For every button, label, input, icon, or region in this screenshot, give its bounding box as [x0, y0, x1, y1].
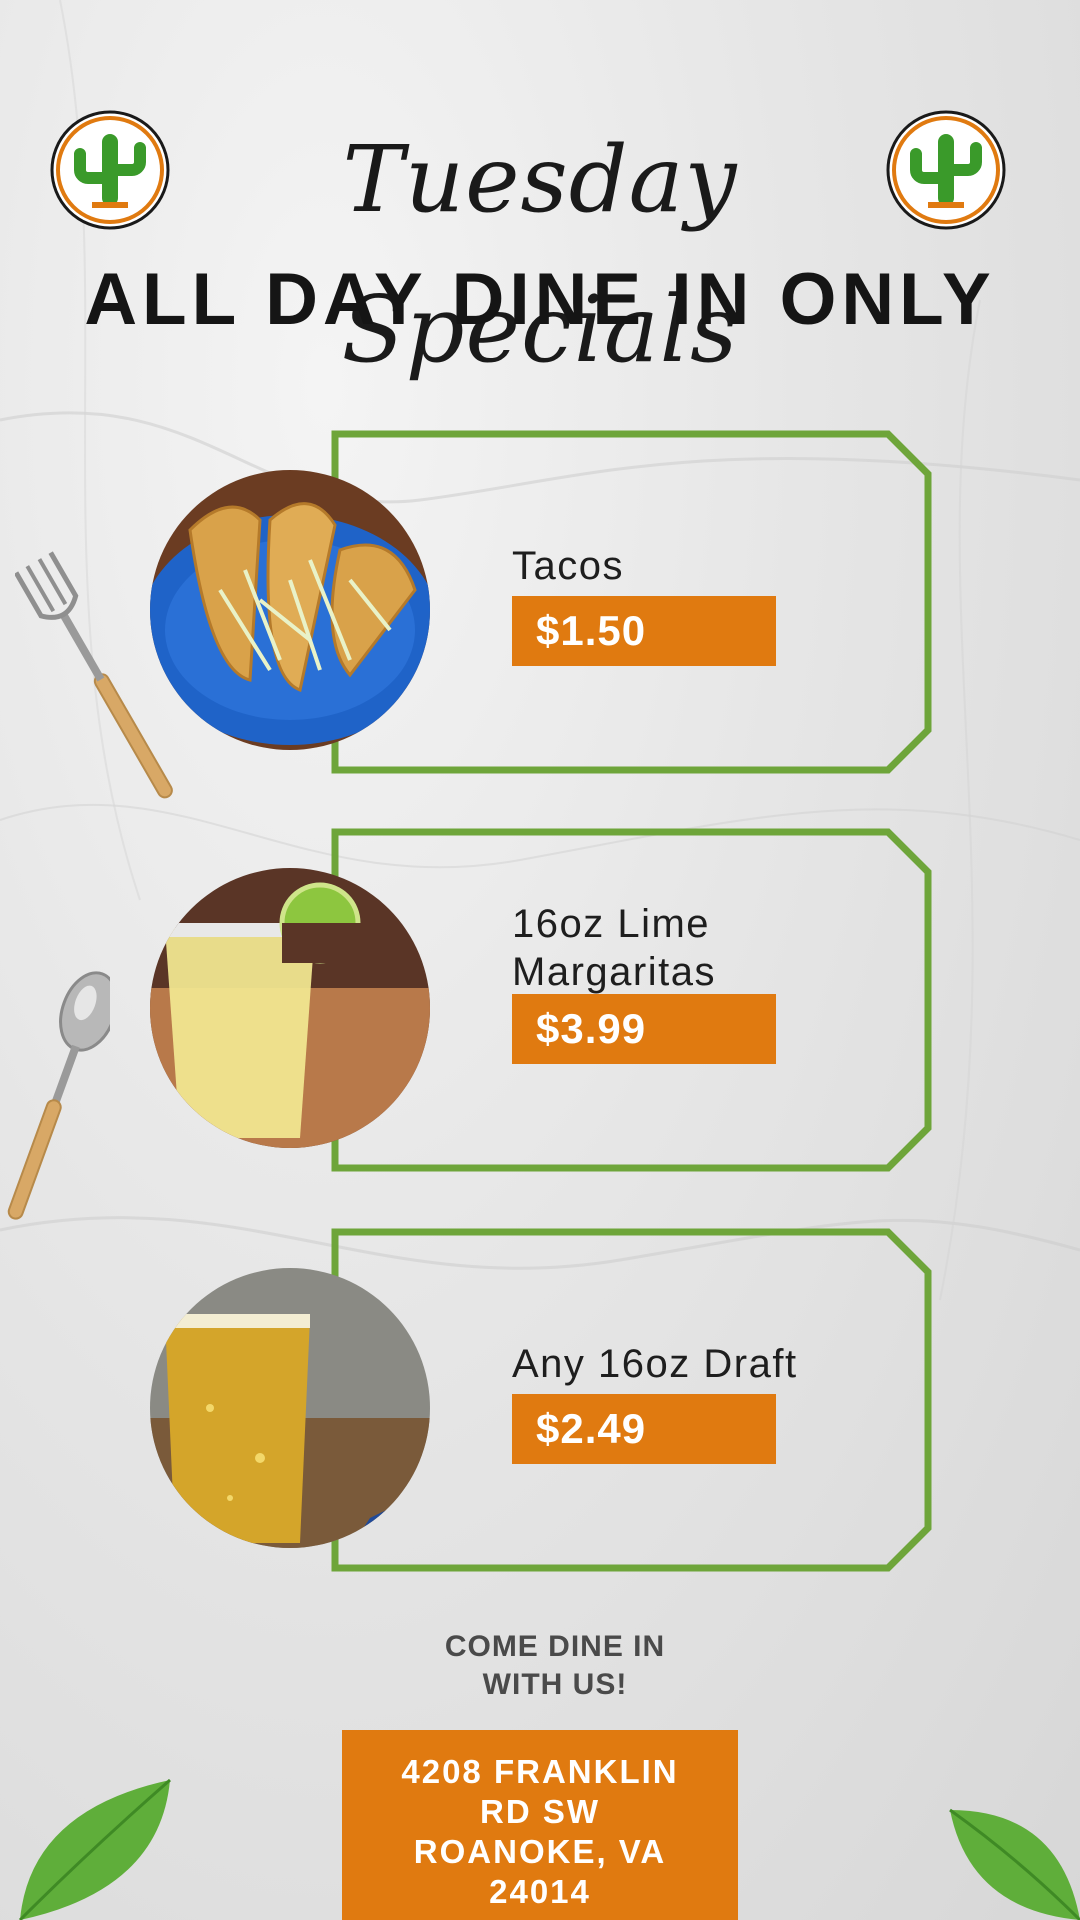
address-box: 4208 FRANKLIN RD SW ROANOKE, VA 24014	[342, 1730, 738, 1920]
cactus-badge-icon	[50, 110, 170, 230]
special-card-draft: Any 16oz Draft $2.49	[150, 1228, 940, 1573]
special-name: 16oz Lime Margaritas	[512, 900, 912, 996]
cta-line: WITH US!	[482, 1668, 628, 1701]
special-name: Tacos	[512, 544, 624, 588]
beer-photo-icon	[150, 1268, 430, 1548]
special-card-margaritas: 16oz Lime Margaritas $3.99	[150, 828, 940, 1173]
price-tag: $3.99	[512, 994, 776, 1064]
address-line: ROANOKE, VA	[413, 1833, 667, 1870]
cactus-badge-icon	[886, 110, 1006, 230]
special-name-line: Margaritas	[512, 950, 716, 994]
mint-leaf-icon	[949, 1808, 1080, 1920]
special-name: Any 16oz Draft	[512, 1342, 798, 1386]
spoon-icon	[7, 971, 110, 1220]
margarita-photo-icon	[150, 868, 430, 1148]
price-tag: $1.50	[512, 596, 776, 666]
cta-text: COME DINE IN WITH US!	[380, 1628, 730, 1704]
cta-line: COME DINE IN	[444, 1630, 666, 1663]
price-tag: $2.49	[512, 1394, 776, 1464]
special-card-tacos: Tacos $1.50	[150, 430, 940, 775]
special-name-line: 16oz Lime	[512, 902, 711, 946]
address-line: RD SW	[480, 1793, 600, 1830]
address-line: 24014	[489, 1873, 591, 1910]
address-line: 4208 FRANKLIN	[401, 1753, 679, 1790]
page-title: Tuesday Specials	[341, 126, 739, 383]
tacos-photo-icon	[150, 470, 430, 750]
headline: ALL DAY DINE IN ONLY	[84, 259, 996, 340]
mint-leaf-icon	[18, 1778, 171, 1920]
